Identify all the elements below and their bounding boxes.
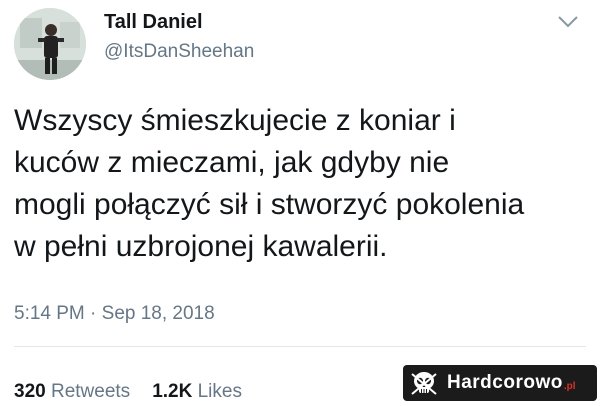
likes-label: Likes	[197, 381, 242, 402]
display-name[interactable]: Tall Daniel	[104, 11, 203, 34]
watermark-tld: .pl	[563, 380, 576, 392]
user-handle[interactable]: @ItsDanSheehan	[104, 41, 254, 63]
retweets-stat[interactable]: 320 Retweets	[14, 381, 130, 402]
likes-stat[interactable]: 1.2K Likes	[152, 381, 242, 402]
skull-icon	[409, 368, 439, 398]
retweets-label: Retweets	[50, 381, 131, 402]
watermark-brand: Hardcorowo	[447, 372, 563, 393]
chevron-down-icon[interactable]	[556, 12, 580, 30]
tweet-stats: 320 Retweets 1.2K Likes	[14, 381, 264, 403]
avatar[interactable]	[14, 8, 86, 80]
avatar-photo	[14, 8, 86, 80]
divider	[14, 346, 586, 347]
tweet-text: Wszyscy śmieszkujecie z koniar i kuców z…	[14, 104, 525, 263]
tweet-timestamp[interactable]: 5:14 PM · Sep 18, 2018	[14, 303, 215, 325]
retweets-count: 320	[14, 381, 46, 402]
tweet-card: Tall Daniel @ItsDanSheehan Wszyscy śmies…	[0, 0, 600, 406]
watermark-logo: Hardcorowo .pl	[403, 365, 597, 401]
likes-count: 1.2K	[152, 381, 193, 402]
